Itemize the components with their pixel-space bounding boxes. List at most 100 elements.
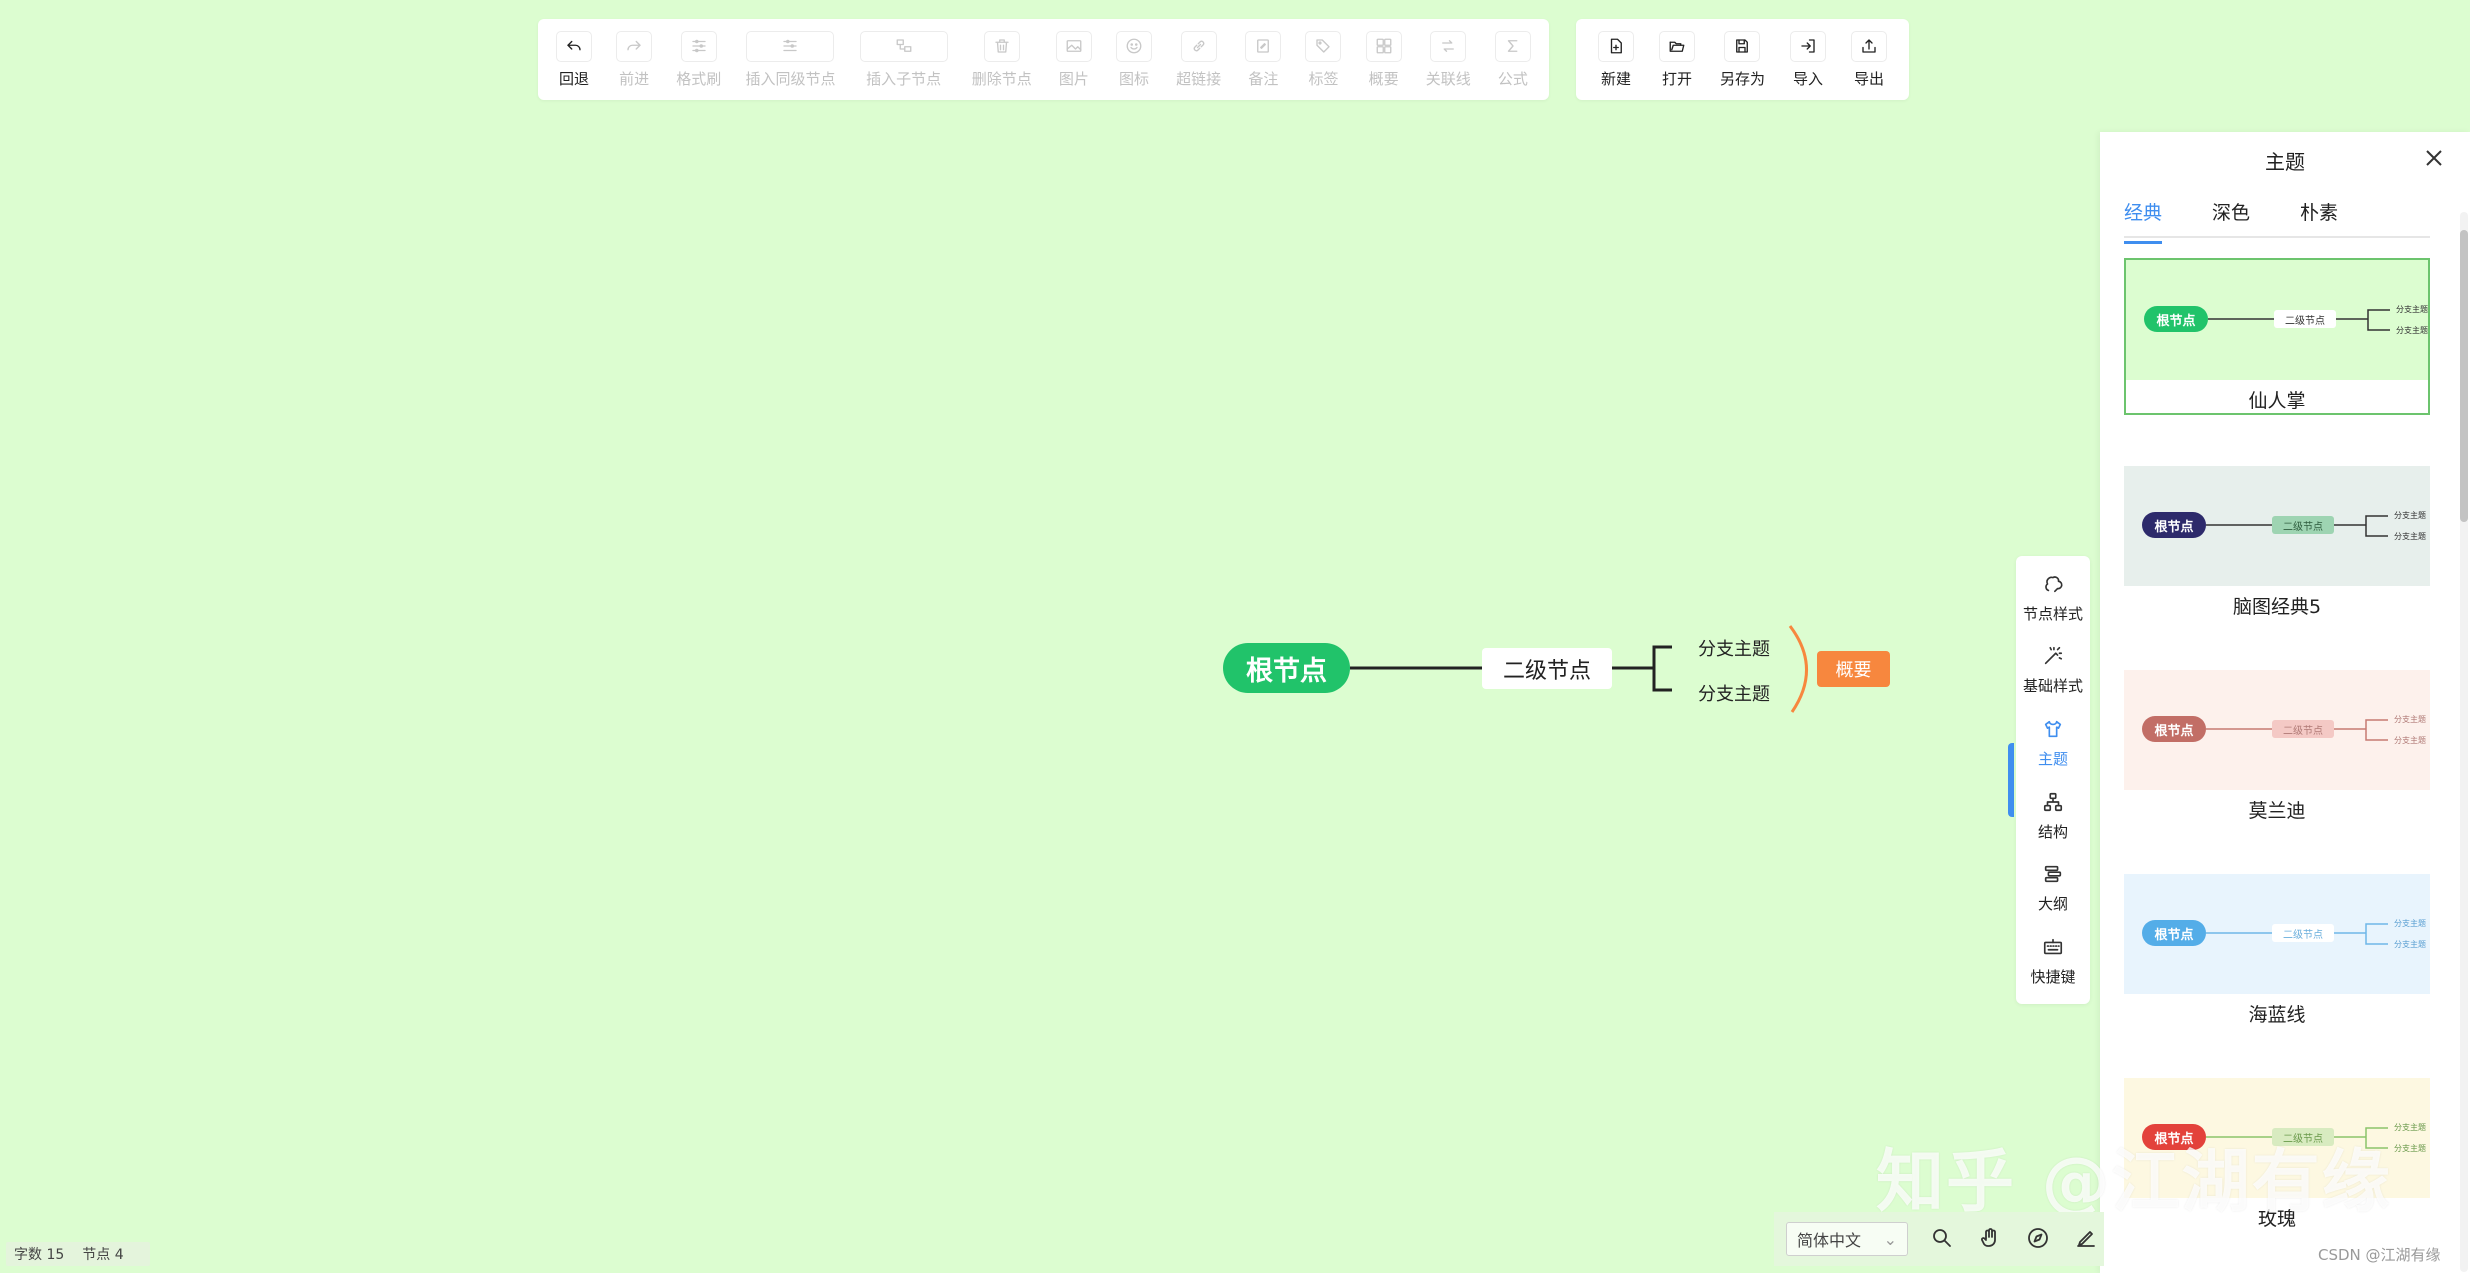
structure-icon: [2042, 791, 2064, 817]
image-icon: [1055, 30, 1092, 62]
keyboard-icon: [2042, 936, 2064, 962]
panel-title: 主题: [2265, 150, 2305, 174]
preview-second-node: 二级节点: [2274, 310, 2336, 328]
panel-scrollbar[interactable]: [2460, 212, 2468, 1272]
scrollbar-thumb[interactable]: [2460, 230, 2468, 522]
toolbar-image-button[interactable]: 图片: [1052, 19, 1096, 100]
note-icon: [1245, 30, 1282, 62]
toolbar-label: 插入同级节点: [745, 69, 836, 88]
toolbar-label: 关联线: [1425, 69, 1471, 88]
language-select[interactable]: 简体中文 ⌄: [1786, 1222, 1908, 1256]
branch-node-2[interactable]: 分支主题: [1698, 680, 1770, 706]
toolbar-save-as-button[interactable]: 另存为: [1716, 19, 1769, 100]
formula-icon: [1494, 30, 1531, 62]
export-icon: [1850, 30, 1887, 62]
toolbar-export-button[interactable]: 导出: [1847, 19, 1891, 100]
folder-open-icon: [1658, 30, 1695, 62]
toolbar-label: 图片: [1058, 69, 1089, 88]
toolbar-relation-line-button[interactable]: 关联线: [1422, 19, 1475, 100]
toolbar-formula-button[interactable]: 公式: [1491, 19, 1535, 100]
toolbar-new-file-button[interactable]: 新建: [1594, 19, 1638, 100]
undo-icon: [556, 30, 592, 62]
preview-branch-node: 分支主题: [2394, 715, 2426, 724]
side-item-label: 主题: [2037, 750, 2068, 769]
toolbar-trash-button[interactable]: 删除节点: [968, 19, 1036, 100]
toolbar-label: 打开: [1661, 69, 1692, 88]
smiley-icon: [1116, 30, 1153, 62]
second-level-node[interactable]: 二级节点: [1482, 648, 1612, 689]
compass-icon[interactable]: [2026, 1226, 2052, 1252]
toolbar-sibling-node-button[interactable]: 插入同级节点: [741, 19, 839, 100]
shirt-icon: [2042, 718, 2064, 744]
relation-line-icon: [1430, 30, 1467, 62]
preview-root-node: 根节点: [2144, 306, 2208, 332]
toolbar-import-button[interactable]: 导入: [1786, 19, 1830, 100]
node-count: 节点 4: [82, 1247, 124, 1263]
trash-icon: [983, 30, 1020, 62]
theme-name: 海蓝线: [2248, 1004, 2306, 1026]
preview-branch-node: 分支主题: [2394, 736, 2426, 745]
tag-icon: [1305, 30, 1342, 62]
root-node[interactable]: 根节点: [1223, 643, 1350, 693]
search-icon[interactable]: [1930, 1226, 1956, 1252]
hand-drag-icon[interactable]: [1978, 1226, 2004, 1252]
toolbar-link-button[interactable]: 超链接: [1172, 19, 1225, 100]
preview-root-node: 根节点: [2142, 716, 2206, 742]
theme-card[interactable]: 根节点 二级节点 分支主题 分支主题 海蓝线: [2124, 874, 2430, 1027]
toolbar-smiley-button[interactable]: 图标: [1112, 19, 1156, 100]
theme-card[interactable]: 根节点 二级节点 分支主题 分支主题 脑图经典5: [2124, 466, 2430, 619]
toolbar-label: 概要: [1368, 69, 1399, 88]
toolbar-label: 前进: [619, 69, 650, 88]
toolbar-label: 超链接: [1176, 69, 1222, 88]
theme-card[interactable]: 根节点 二级节点 分支主题 分支主题 莫兰迪: [2124, 670, 2430, 823]
preview-branch-node: 分支主题: [2394, 1144, 2426, 1153]
side-item-keyboard[interactable]: 快捷键: [2030, 936, 2076, 987]
status-bar: 字数 15 节点 4: [6, 1242, 150, 1266]
toolbar-label: 删除节点: [971, 69, 1032, 88]
theme-name: 仙人掌: [2248, 390, 2306, 412]
theme-panel: 主题 经典 深色 朴素 根节点 二级节点 分支主题 分支主题 仙人掌 根节点 二级节点 分支主…: [2100, 132, 2470, 1273]
file-toolbar: 新建 打开 另存为 导入 导出: [1576, 19, 1909, 100]
preview-branch-node: 分支主题: [2394, 940, 2426, 949]
toolbar-label: 公式: [1497, 69, 1528, 88]
preview-second-node: 二级节点: [2272, 924, 2334, 942]
preview-branch-node: 分支主题: [2394, 511, 2426, 520]
theme-tabs: 经典 深色 朴素: [2124, 198, 2430, 244]
side-item-label: 快捷键: [2030, 968, 2076, 987]
toolbar-label: 另存为: [1719, 69, 1765, 88]
summary-icon: [1365, 30, 1402, 62]
toolbar-note-button[interactable]: 备注: [1241, 19, 1285, 100]
toolbar-undo-button[interactable]: 回退: [552, 19, 596, 100]
toolbar-tag-button[interactable]: 标签: [1301, 19, 1345, 100]
import-icon: [1789, 30, 1826, 62]
side-item-shirt[interactable]: 主题: [2038, 718, 2068, 769]
preview-branch-node: 分支主题: [2396, 305, 2428, 314]
toolbar-folder-open-button[interactable]: 打开: [1655, 19, 1699, 100]
side-item-outline[interactable]: 大纲: [2038, 863, 2068, 914]
link-icon: [1180, 30, 1217, 62]
side-item-magic-wand[interactable]: 基础样式: [2023, 645, 2083, 696]
close-icon[interactable]: [2422, 146, 2446, 170]
toolbar-label: 备注: [1248, 69, 1279, 88]
tab-classic[interactable]: 经典: [2124, 198, 2163, 244]
toolbar-redo-button[interactable]: 前进: [612, 19, 656, 100]
toolbar-label: 插入子节点: [866, 69, 942, 88]
edit-icon[interactable]: [2074, 1226, 2100, 1252]
outline-icon: [2042, 863, 2064, 889]
toolbar-summary-button[interactable]: 概要: [1362, 19, 1406, 100]
toolbar-format-brush-button[interactable]: 格式刷: [672, 19, 725, 100]
tab-dark[interactable]: 深色: [2212, 198, 2250, 236]
toolbar-label: 导出: [1853, 69, 1884, 88]
summary-node[interactable]: 概要: [1817, 651, 1890, 687]
branch-node-1[interactable]: 分支主题: [1698, 635, 1770, 661]
side-item-structure[interactable]: 结构: [2038, 791, 2068, 842]
tab-simple[interactable]: 朴素: [2300, 198, 2338, 236]
side-item-label: 基础样式: [2022, 677, 2083, 696]
theme-card[interactable]: 根节点 二级节点 分支主题 分支主题 仙人掌: [2124, 258, 2430, 415]
toolbar-label: 导入: [1792, 69, 1823, 88]
bottom-controls: 简体中文 ⌄: [1774, 1212, 2104, 1266]
language-value: 简体中文: [1797, 1231, 1862, 1250]
toolbar-child-node-button[interactable]: 插入子节点: [856, 19, 952, 100]
save-as-icon: [1724, 30, 1761, 62]
side-item-node-style[interactable]: 节点样式: [2023, 573, 2083, 624]
